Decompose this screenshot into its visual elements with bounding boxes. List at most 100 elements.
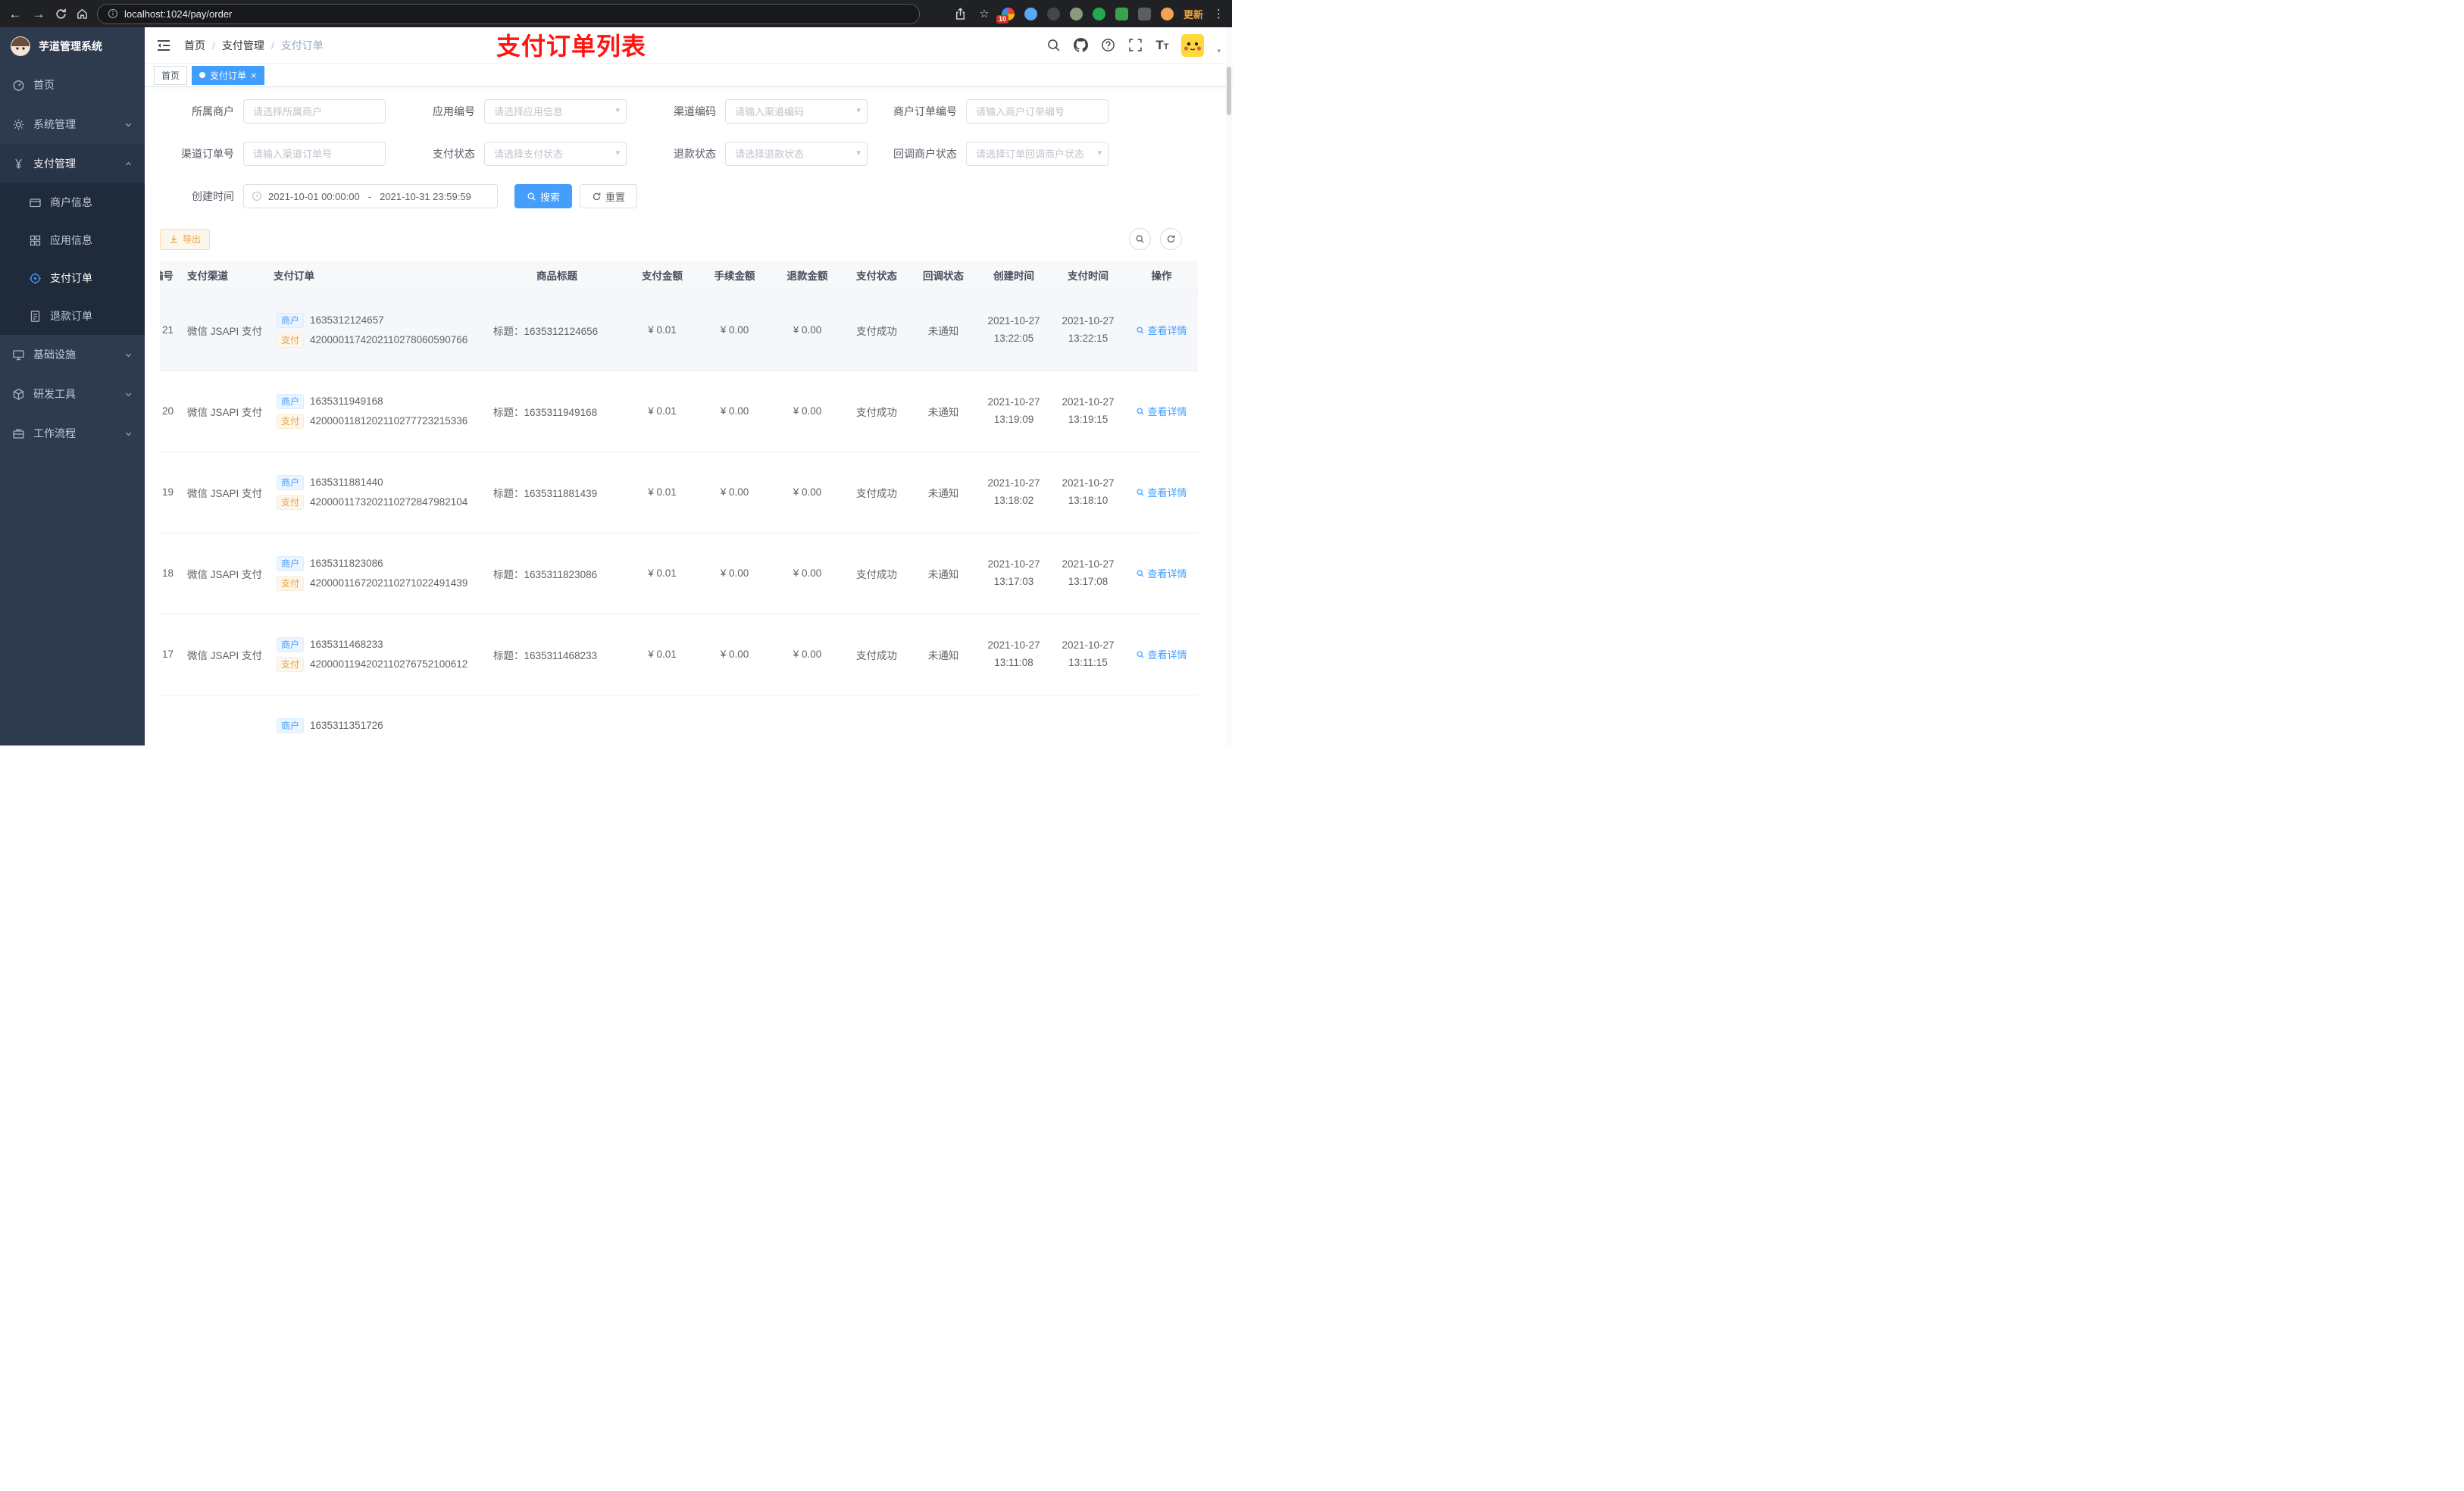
breadcrumb: 首页 / 支付管理 / 支付订单 — [184, 38, 324, 53]
menu-label: 系统管理 — [33, 118, 76, 130]
pay-amount: ¥ 0.01 — [627, 370, 698, 452]
orders-table: 编号支付渠道支付订单商品标题支付金额手续金额退款金额支付状态回调状态创建时间支付… — [160, 261, 1226, 746]
sidebar-item-dev-tools[interactable]: 研发工具 — [0, 374, 145, 414]
help-icon[interactable] — [1101, 38, 1115, 52]
table-row: 20 微信 JSAPI 支付 商户 1635311949168 支付 4200001181… — [160, 370, 1198, 452]
toggle-search-icon[interactable] — [1129, 228, 1151, 250]
sidebar-item-infrastructure[interactable]: 基础设施 — [0, 335, 145, 374]
address-bar[interactable]: localhost:1024/pay/order — [97, 3, 920, 24]
merchant-order-no-input[interactable] — [966, 99, 1108, 123]
app-logo: 芋道管理系统 — [0, 27, 145, 65]
breadcrumb-home[interactable]: 首页 — [184, 38, 205, 53]
extension-icon-blue[interactable] — [1024, 7, 1037, 20]
date-end: 2021-10-31 23:59:59 — [380, 190, 471, 202]
browser-home-icon[interactable] — [76, 8, 89, 20]
share-icon[interactable] — [954, 7, 967, 20]
refund-status-select-input[interactable] — [725, 142, 868, 166]
sidebar-item-payment[interactable]: 支付管理 — [0, 144, 145, 183]
column-header: 商品标题 — [487, 261, 627, 290]
order-number: 1635312124657 — [310, 314, 384, 326]
reset-button[interactable]: 重置 — [580, 184, 638, 208]
extension-icon-puzzle[interactable] — [1137, 7, 1151, 20]
user-avatar[interactable] — [1181, 33, 1205, 57]
merchant-select-input[interactable] — [243, 99, 386, 123]
filter-label: 商户订单编号 — [893, 105, 957, 117]
grid-icon — [30, 235, 41, 245]
notify-status-select-input[interactable] — [966, 142, 1108, 166]
chevron-up-icon — [125, 161, 132, 165]
credit-card-icon — [30, 198, 41, 207]
export-button[interactable]: 导出 — [160, 228, 211, 250]
extension-icon-green[interactable] — [1092, 7, 1105, 20]
pay-status: 支付成功 — [843, 533, 910, 614]
pay-order: 商户 1635311881440 支付 42000011732021102728479… — [274, 452, 487, 533]
create-time-range-picker[interactable]: 2021-10-01 00:00:00 - 2021-10-31 23:59:5… — [243, 184, 498, 208]
font-size-icon[interactable]: TT — [1155, 39, 1168, 52]
github-icon[interactable] — [1074, 38, 1089, 52]
close-tag-icon[interactable]: × — [251, 70, 257, 80]
menu-label: 支付管理 — [33, 158, 76, 170]
view-detail-link[interactable]: 查看详情 — [1136, 323, 1187, 337]
sidebar-toggle-icon[interactable] — [156, 38, 171, 53]
view-detail-link[interactable]: 查看详情 — [1136, 647, 1187, 661]
sidebar-item-system[interactable]: 系统管理 — [0, 105, 145, 144]
sidebar-item-app-info[interactable]: 应用信息 — [0, 221, 145, 259]
search-button[interactable]: 搜索 — [514, 184, 573, 208]
app-select-input[interactable] — [484, 99, 627, 123]
sidebar-item-home[interactable]: 首页 — [0, 65, 145, 105]
refresh-table-icon[interactable] — [1160, 228, 1182, 250]
filter-merchant-order-no: 商户订单编号 — [883, 99, 1108, 123]
search-icon[interactable] — [1046, 38, 1061, 52]
view-detail-link[interactable]: 查看详情 — [1136, 566, 1187, 580]
breadcrumb-payment[interactable]: 支付管理 — [222, 38, 264, 53]
bookmark-star-icon[interactable]: ☆ — [977, 8, 992, 20]
info-icon[interactable] — [108, 8, 118, 19]
notify-status — [910, 695, 977, 746]
avatar-dropdown-caret-icon[interactable]: ▾ — [1217, 47, 1221, 55]
pay-time: 2021-10-27 13:11:15 — [1051, 614, 1125, 695]
scrollbar-thumb[interactable] — [1227, 67, 1231, 115]
extension-icon-colorful[interactable]: 10 — [996, 7, 1015, 23]
browser-forward-icon[interactable]: → — [31, 8, 46, 20]
page-content: 所属商户 应用编号 ▾ 渠道编码 ▾ 商户订单编号 — [145, 87, 1232, 746]
sidebar-item-merchant-info[interactable]: 商户信息 — [0, 183, 145, 221]
pay-channel: 微信 JSAPI 支付 — [180, 452, 274, 533]
create-time: 2021-10-27 13:18:02 — [977, 452, 1051, 533]
breadcrumb-current: 支付订单 — [280, 39, 324, 52]
pay-time: 2021-10-27 13:22:15 — [1051, 289, 1125, 371]
order-number: 4200001181202110277723215336 — [310, 415, 468, 427]
channel-code-input[interactable] — [725, 99, 868, 123]
channel-order-no-input[interactable] — [243, 142, 386, 166]
fullscreen-icon[interactable] — [1128, 38, 1143, 52]
view-detail-link[interactable]: 查看详情 — [1136, 404, 1187, 418]
extension-icon-chat[interactable] — [1115, 7, 1128, 20]
order-number: 4200001194202110276752100612 — [310, 658, 468, 670]
extension-icon-olive[interactable] — [1069, 7, 1083, 20]
browser-menu-icon[interactable]: ⋮ — [1213, 7, 1224, 20]
order-number: 1635311468233 — [310, 639, 383, 650]
extension-icon-dark[interactable] — [1046, 7, 1060, 20]
page-scrollbar[interactable] — [1226, 27, 1232, 746]
menu-label: 工作流程 — [33, 427, 76, 439]
sidebar-item-pay-order[interactable]: 支付订单 — [0, 259, 145, 297]
sidebar-item-refund-order[interactable]: 退款订单 — [0, 297, 145, 335]
browser-update-button[interactable]: 更新 — [1184, 7, 1203, 21]
column-header: 支付订单 — [274, 261, 487, 290]
order-number: 4200001174202110278060590766 — [310, 334, 468, 345]
browser-back-icon[interactable]: ← — [8, 8, 23, 20]
pay-order: 商户 1635312124657 支付 42000011742021102780605… — [274, 289, 487, 371]
order-id: 20 — [160, 370, 180, 452]
browser-reload-icon[interactable] — [55, 8, 67, 20]
filter-channel-order-no: 渠道订单号 — [160, 142, 386, 166]
product-title: 标题：1635311468233 — [487, 614, 627, 695]
product-title — [487, 695, 627, 746]
pay-amount: ¥ 0.01 — [627, 614, 698, 695]
pay-tag: 支付 — [277, 332, 305, 348]
tag-home[interactable]: 首页 — [154, 65, 188, 85]
tag-pay-order[interactable]: 支付订单 × — [192, 65, 264, 85]
pay-status-select-input[interactable] — [484, 142, 627, 166]
chevron-down-icon — [125, 432, 132, 436]
view-detail-link[interactable]: 查看详情 — [1136, 485, 1187, 499]
extension-icon-emoji[interactable] — [1160, 7, 1174, 20]
sidebar-item-workflow[interactable]: 工作流程 — [0, 414, 145, 453]
